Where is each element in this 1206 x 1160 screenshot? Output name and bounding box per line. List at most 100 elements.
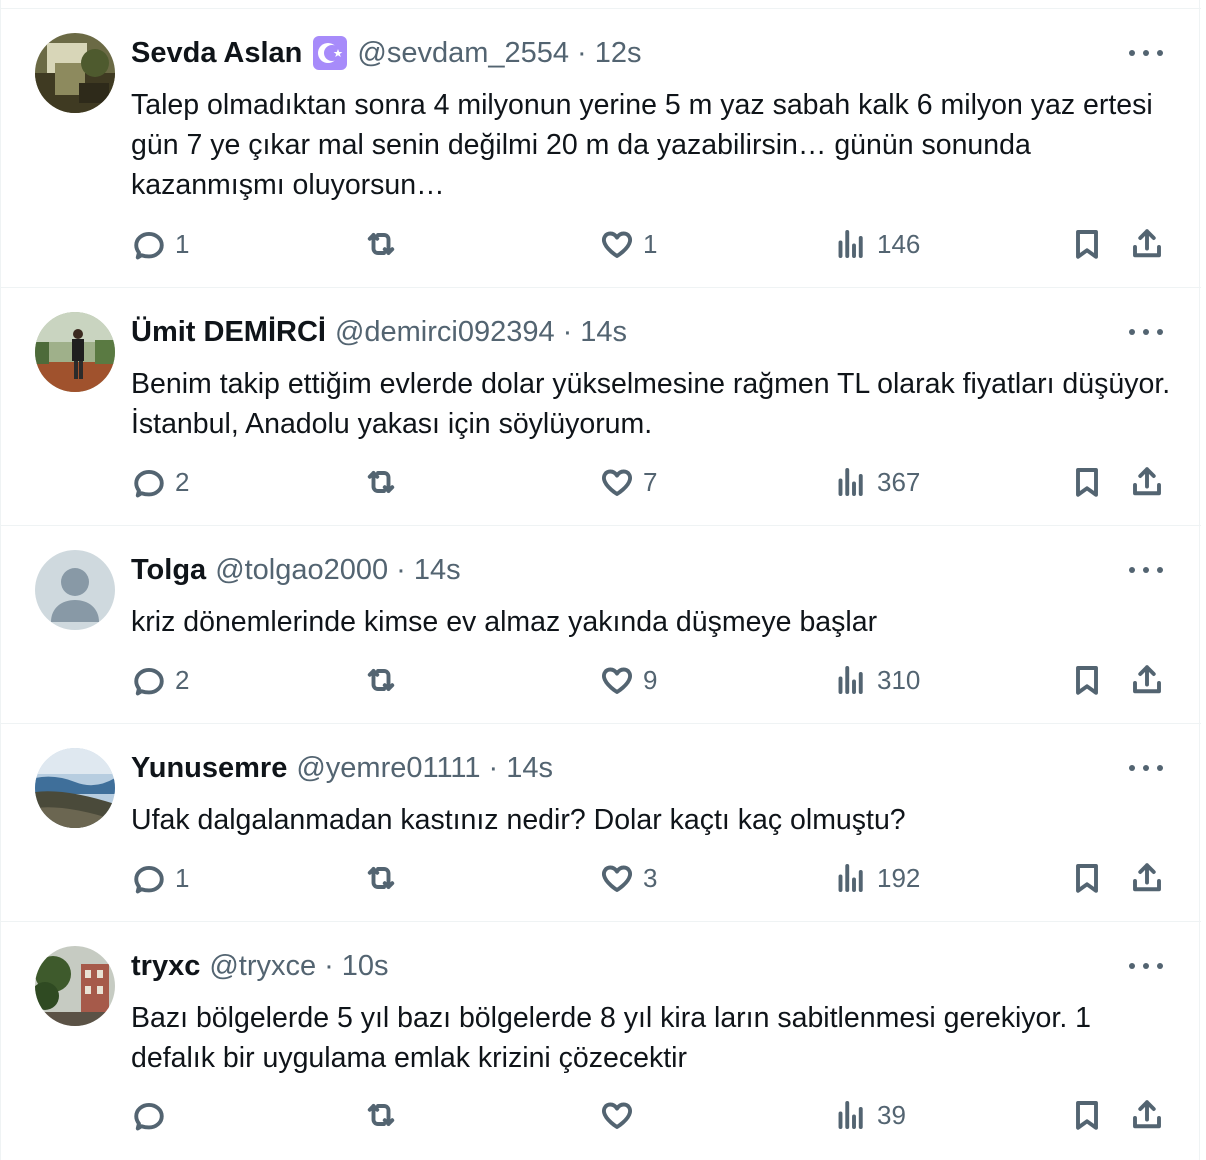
retweet-button[interactable] <box>363 224 407 264</box>
bookmark-button[interactable] <box>1069 462 1105 502</box>
retweet-button[interactable] <box>363 462 407 502</box>
share-button[interactable] <box>1129 1095 1165 1135</box>
user-handle[interactable]: @sevdam_2554 <box>357 37 569 70</box>
display-name[interactable]: Ümit DEMİRCİ <box>131 316 326 349</box>
tweet[interactable]: Tolga @tolgao2000 · 14s kriz dönemlerind… <box>1 525 1201 723</box>
action-bar: 2 7 367 <box>131 462 1171 502</box>
heart-icon <box>601 231 633 258</box>
bookmark-icon <box>1076 1101 1098 1130</box>
like-button[interactable]: 9 <box>599 660 657 700</box>
view-count: 146 <box>877 228 921 259</box>
reply-button[interactable]: 1 <box>131 224 189 264</box>
analytics-icon <box>838 864 863 892</box>
tweet-text: kriz dönemlerinde kimse ev almaz yakında… <box>131 606 878 638</box>
analytics-icon <box>838 666 863 694</box>
separator-dot: · <box>562 315 573 348</box>
timestamp[interactable]: 14s <box>506 752 553 785</box>
reply-icon <box>134 1103 164 1131</box>
reply-button[interactable]: 1 <box>131 858 189 898</box>
like-button[interactable]: 1 <box>599 224 657 264</box>
tweet[interactable]: Sevda Aslan @sevdam_2554 · 12s Talep olm… <box>1 8 1201 287</box>
tweet-text: Ufak dalgalanmadan kastınız nedir? Dolar… <box>131 804 906 836</box>
like-button[interactable]: 7 <box>599 462 657 502</box>
share-button[interactable] <box>1129 858 1165 898</box>
view-count: 310 <box>877 664 921 695</box>
reply-count: 2 <box>175 664 190 695</box>
analytics-icon <box>838 1101 863 1129</box>
timestamp[interactable]: 12s <box>595 37 642 70</box>
display-name[interactable]: Yunusemre <box>131 752 287 785</box>
reply-count: 1 <box>175 862 190 893</box>
like-button[interactable] <box>599 1095 643 1135</box>
heart-icon <box>601 1102 633 1129</box>
avatar[interactable] <box>35 946 115 1026</box>
user-handle[interactable]: @tolgao2000 <box>215 554 388 587</box>
more-options-icon[interactable] <box>1129 952 1163 980</box>
retweet-button[interactable] <box>363 1095 407 1135</box>
user-handle[interactable]: @tryxce <box>209 950 316 983</box>
bookmark-icon <box>1076 864 1098 893</box>
share-button[interactable] <box>1129 660 1165 700</box>
user-handle[interactable]: @yemre01111 <box>296 752 480 785</box>
share-button[interactable] <box>1129 224 1165 264</box>
retweet-icon <box>367 669 395 691</box>
action-bar: 1 1 146 <box>131 224 1171 264</box>
share-icon <box>1133 863 1161 892</box>
share-icon <box>1133 1100 1161 1129</box>
more-options-icon[interactable] <box>1129 318 1163 346</box>
reply-button[interactable] <box>131 1095 175 1135</box>
heart-icon <box>601 865 633 892</box>
display-name[interactable]: Tolga <box>131 554 206 587</box>
view-count: 39 <box>877 1099 906 1130</box>
display-name[interactable]: Sevda Aslan <box>131 37 302 70</box>
analytics-icon <box>838 468 863 496</box>
avatar[interactable] <box>35 748 115 828</box>
reply-icon <box>134 232 164 260</box>
share-icon <box>1133 467 1161 496</box>
tweet-header: Yunusemre @yemre01111 · 14s <box>131 748 553 788</box>
reply-button[interactable]: 2 <box>131 462 189 502</box>
more-options-icon[interactable] <box>1129 556 1163 584</box>
crescent-badge-icon <box>312 35 348 71</box>
views-button[interactable]: 367 <box>833 462 920 502</box>
separator-dot: · <box>324 949 334 982</box>
timestamp[interactable]: 14s <box>580 316 627 349</box>
tweet[interactable]: tryxc @tryxce · 10s Bazı bölgelerde 5 yı… <box>1 921 1201 1160</box>
bookmark-button[interactable] <box>1069 1095 1105 1135</box>
share-button[interactable] <box>1129 462 1165 502</box>
default-avatar-icon[interactable] <box>35 550 115 630</box>
user-handle[interactable]: @demirci092394 <box>335 316 555 349</box>
tweet[interactable]: Yunusemre @yemre01111 · 14s Ufak dalgala… <box>1 723 1201 921</box>
views-button[interactable]: 192 <box>833 858 920 898</box>
tweet-text: Talep olmadıktan sonra 4 milyonun yerine… <box>131 89 1153 201</box>
retweet-icon <box>367 867 395 889</box>
more-options-icon[interactable] <box>1129 39 1163 67</box>
retweet-button[interactable] <box>363 858 407 898</box>
like-button[interactable]: 3 <box>599 858 657 898</box>
view-count: 192 <box>877 862 921 893</box>
reply-button[interactable]: 2 <box>131 660 189 700</box>
views-button[interactable]: 146 <box>833 224 920 264</box>
avatar[interactable] <box>35 33 115 113</box>
tweet[interactable]: Ümit DEMİRCİ @demirci092394 · 14s Benim … <box>1 287 1201 525</box>
bookmark-button[interactable] <box>1069 858 1105 898</box>
heart-icon <box>601 667 633 694</box>
views-button[interactable]: 39 <box>833 1095 906 1135</box>
retweet-icon <box>367 233 395 255</box>
bookmark-button[interactable] <box>1069 660 1105 700</box>
bookmark-button[interactable] <box>1069 224 1105 264</box>
avatar[interactable] <box>35 312 115 392</box>
reply-icon <box>134 470 164 498</box>
like-count: 7 <box>643 466 658 497</box>
retweet-button[interactable] <box>363 660 407 700</box>
reply-feed: Sevda Aslan @sevdam_2554 · 12s Talep olm… <box>0 0 1201 1160</box>
display-name[interactable]: tryxc <box>131 950 200 983</box>
retweet-icon <box>367 471 395 493</box>
views-button[interactable]: 310 <box>833 660 920 700</box>
analytics-icon <box>838 230 863 258</box>
timestamp[interactable]: 10s <box>342 950 389 983</box>
reply-count: 2 <box>175 466 190 497</box>
timestamp[interactable]: 14s <box>414 554 461 587</box>
action-bar: 1 3 192 <box>131 858 1171 898</box>
more-options-icon[interactable] <box>1129 754 1163 782</box>
